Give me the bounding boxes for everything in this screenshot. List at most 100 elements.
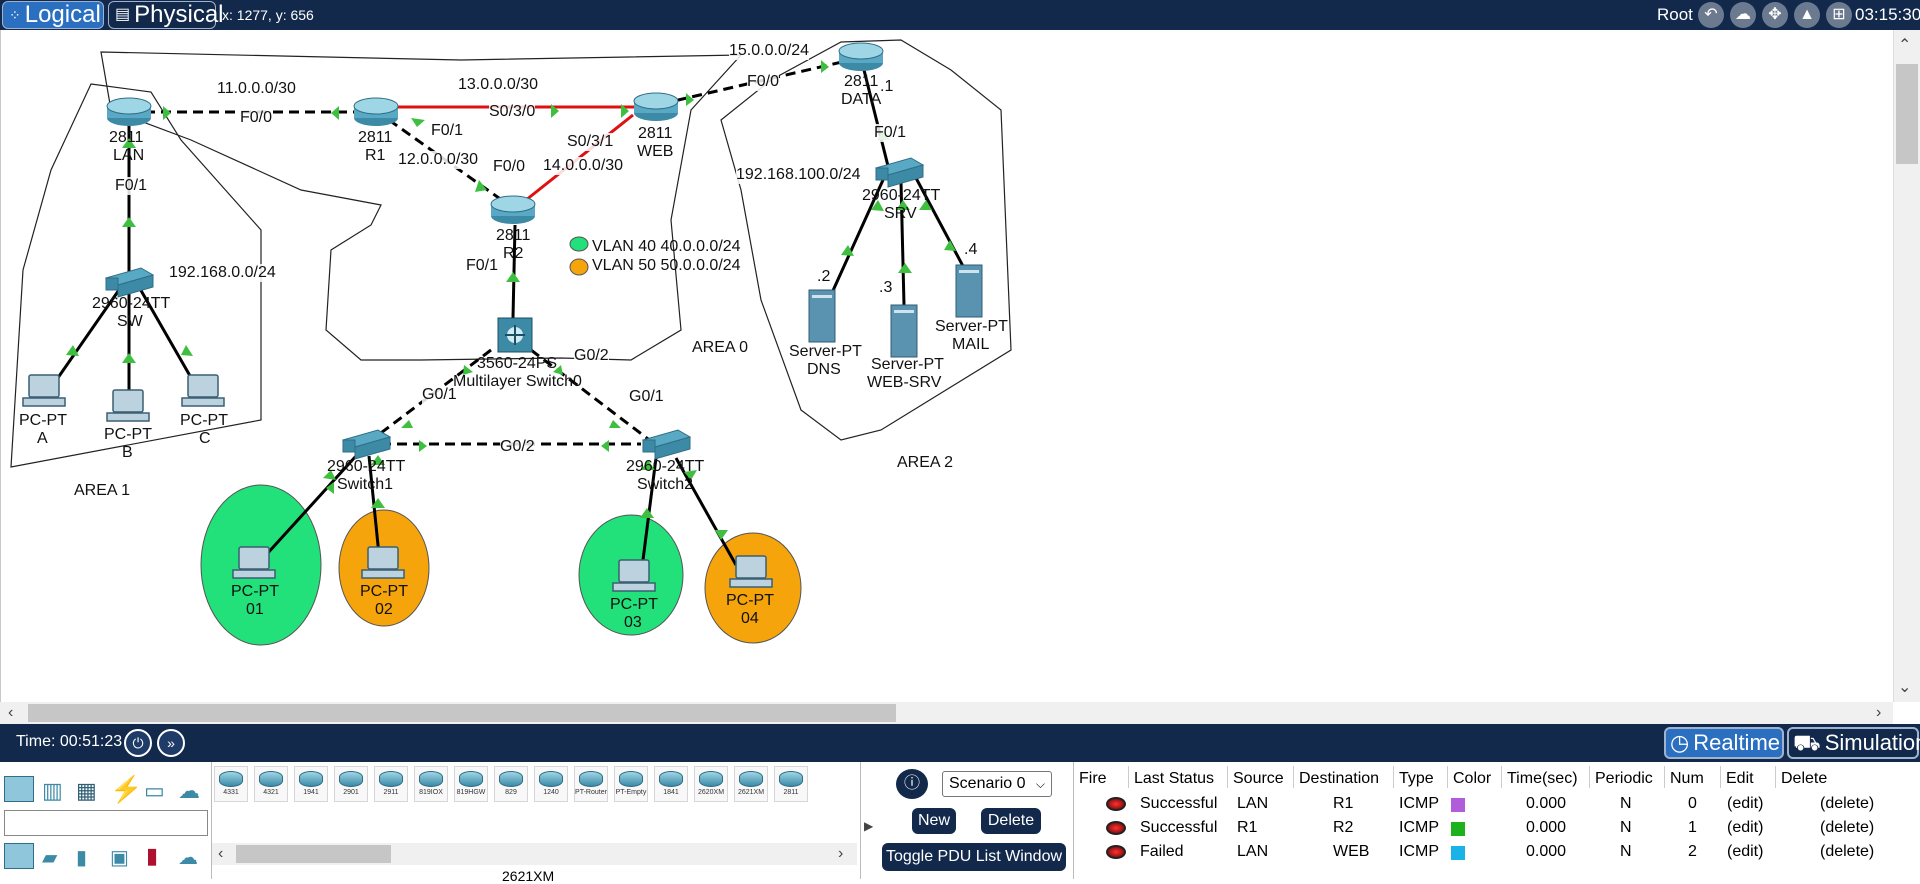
table-header-type[interactable]: Type (1399, 770, 1434, 788)
hubs-category-icon[interactable]: ▮ (76, 845, 87, 870)
end-devices-icon[interactable]: ▥ (42, 778, 63, 804)
device-model-2911[interactable]: 2911 (374, 766, 408, 802)
router-icon (339, 771, 363, 787)
router-icon (579, 771, 603, 787)
connections-icon[interactable]: ⚡ (110, 774, 142, 805)
viewport-icon[interactable]: ⊞ (1826, 2, 1852, 28)
components-icon[interactable]: ▦ (76, 778, 97, 804)
device-model-829[interactable]: 829 (494, 766, 528, 802)
cell-source: R1 (1237, 819, 1258, 836)
cell-destination: WEB (1333, 843, 1370, 860)
device-model-2621xm[interactable]: 2621XM (734, 766, 768, 802)
cell-edit[interactable]: (edit) (1727, 843, 1763, 861)
switches-category-icon[interactable]: ▰ (42, 845, 57, 870)
back-icon[interactable]: ↶ (1698, 2, 1724, 28)
wireless-category-icon[interactable]: ▣ (110, 845, 129, 870)
security-category-icon[interactable]: ▮ (146, 843, 158, 869)
device-model-4331[interactable]: 4331 (214, 766, 248, 802)
fire-pdu-icon[interactable] (1106, 845, 1126, 859)
cell-status: Successful (1140, 819, 1218, 836)
table-header-delete[interactable]: Delete (1781, 770, 1827, 788)
device-model-label: 819IOX (419, 789, 443, 796)
table-header-edit[interactable]: Edit (1726, 770, 1754, 788)
device-model-1240[interactable]: 1240 (534, 766, 568, 802)
fire-pdu-icon[interactable] (1106, 821, 1126, 835)
new-pdu-button[interactable]: New (912, 808, 956, 834)
device-scroll-thumb[interactable] (236, 845, 391, 863)
router-icon (739, 771, 763, 787)
background-image-icon[interactable]: ▲ (1794, 2, 1820, 28)
scroll-up-icon[interactable]: ⌃ (1898, 36, 1911, 56)
pc-b-name: B (122, 444, 133, 461)
router-icon (699, 771, 723, 787)
device-scroll-right-icon[interactable]: › (838, 844, 843, 864)
multiuser-icon[interactable]: ☁ (178, 778, 200, 804)
device-model-819iox[interactable]: 819IOX (414, 766, 448, 802)
fire-pdu-icon[interactable] (1106, 797, 1126, 811)
physical-view-button[interactable]: ▤ Physical (108, 1, 224, 29)
device-model-819hgw[interactable]: 819HGW (454, 766, 488, 802)
scroll-down-icon[interactable]: ⌄ (1898, 678, 1911, 698)
scroll-left-icon[interactable]: ‹ (8, 703, 13, 723)
scenario-select[interactable]: Scenario 0 ⌵ (942, 771, 1052, 797)
mls-name: Multilayer Switch0 (453, 373, 582, 390)
table-header-timesec[interactable]: Time(sec) (1507, 770, 1578, 788)
cell-delete[interactable]: (delete) (1820, 819, 1874, 837)
table-header-num[interactable]: Num (1670, 770, 1704, 788)
device-model-pt-empty[interactable]: PT-Empty (614, 766, 648, 802)
device-model-1841[interactable]: 1841 (654, 766, 688, 802)
device-model-2811[interactable]: 2811 (774, 766, 808, 802)
table-header-color[interactable]: Color (1453, 770, 1491, 788)
table-header-fire[interactable]: Fire (1079, 770, 1107, 788)
device-model-2620xm[interactable]: 2620XM (694, 766, 728, 802)
label-net-13: 13.0.0.0/30 (458, 76, 539, 94)
move-icon[interactable]: ✥ (1762, 2, 1788, 28)
chevron-down-icon: ⌵ (1035, 777, 1045, 791)
cell-delete[interactable]: (delete) (1820, 843, 1874, 861)
router-icon (299, 771, 323, 787)
wan-emulation-icon[interactable]: ☁ (178, 845, 198, 870)
table-header-source[interactable]: Source (1233, 770, 1284, 788)
device-model-4321[interactable]: 4321 (254, 766, 288, 802)
device-scroll-left-icon[interactable]: ‹ (218, 844, 223, 864)
network-devices-icon[interactable] (4, 776, 34, 802)
scroll-right-icon[interactable]: › (1876, 703, 1881, 723)
cell-periodic: N (1620, 819, 1632, 836)
misc-icon[interactable]: ▭ (144, 778, 165, 804)
table-row[interactable] (1074, 841, 1920, 863)
pc-01-model: PC-PT (231, 583, 279, 600)
simulation-mode-button[interactable]: ⛟ Simulation (1787, 727, 1920, 759)
server-websrv-model: Server-PT (871, 356, 944, 373)
table-header-periodic[interactable]: Periodic (1595, 770, 1653, 788)
cloud-icon[interactable]: ☁ (1730, 2, 1756, 28)
cell-delete[interactable]: (delete) (1820, 795, 1874, 813)
info-icon[interactable]: ⓘ (896, 769, 928, 799)
power-cycle-icon[interactable]: ⏻ (124, 729, 152, 757)
collapse-arrow-icon[interactable]: ▶ (864, 816, 873, 836)
router-icon (499, 771, 523, 787)
device-model-2901[interactable]: 2901 (334, 766, 368, 802)
routers-category-icon[interactable] (4, 843, 34, 869)
device-search-input[interactable] (4, 810, 208, 836)
delete-pdu-button[interactable]: Delete (981, 808, 1041, 834)
switch-sw-model: 2960-24TT (92, 295, 171, 312)
horizontal-scroll-thumb[interactable] (28, 704, 896, 722)
cell-edit[interactable]: (edit) (1727, 795, 1763, 813)
switch-srv-name: SRV (884, 205, 917, 222)
label-lan-f01: F0/1 (115, 177, 148, 195)
label-net-15: 15.0.0.0/24 (729, 42, 810, 60)
device-model-pt-router[interactable]: PT-Router (574, 766, 608, 802)
logical-workspace[interactable]: 2811 LAN 2811 R1 2811 WEB 2811 DATA 2811… (0, 30, 1920, 702)
device-model-1941[interactable]: 1941 (294, 766, 328, 802)
toggle-pdu-list-button[interactable]: Toggle PDU List Window (882, 843, 1066, 871)
realtime-mode-button[interactable]: ◷ Realtime (1664, 727, 1784, 759)
pc-c-name: C (199, 430, 211, 447)
table-header-destination[interactable]: Destination (1299, 770, 1379, 788)
label-switch2-g01: G0/1 (629, 388, 664, 406)
cell-edit[interactable]: (edit) (1727, 819, 1763, 837)
vertical-scroll-thumb[interactable] (1896, 64, 1918, 164)
fast-forward-icon[interactable]: » (157, 729, 185, 757)
table-header-laststatus[interactable]: Last Status (1134, 770, 1214, 788)
server-mail-model: Server-PT (935, 318, 1008, 335)
logical-view-button[interactable]: ⁘ Logical (2, 1, 104, 29)
